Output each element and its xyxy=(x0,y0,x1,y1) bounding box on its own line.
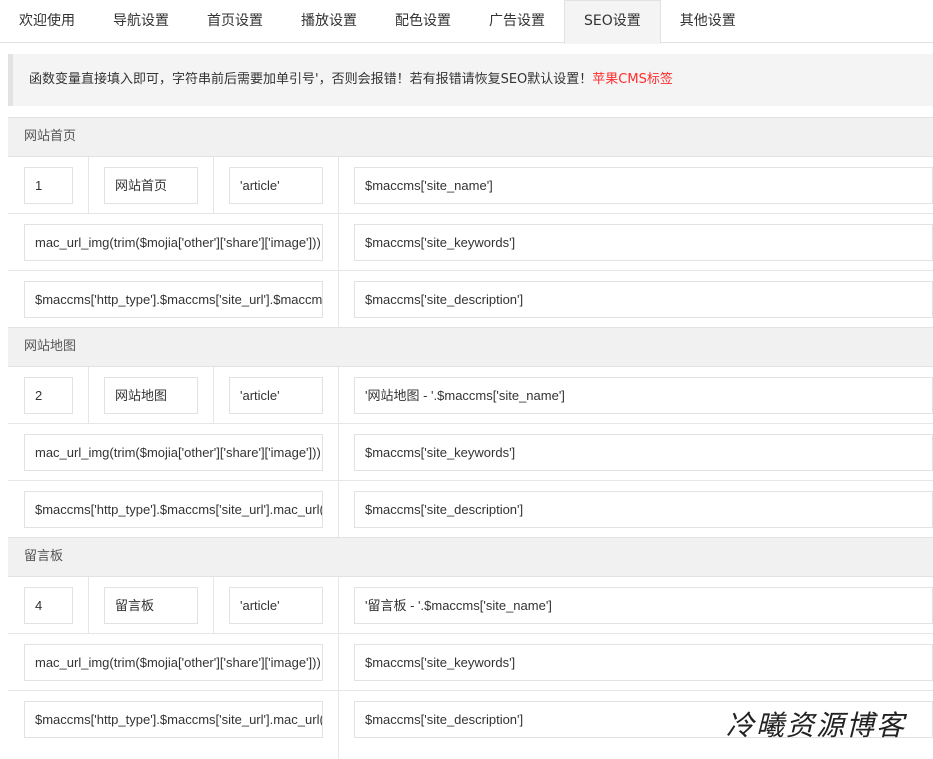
tab-home[interactable]: 首页设置 xyxy=(188,0,282,43)
tab-navigation[interactable]: 导航设置 xyxy=(94,0,188,43)
sitemap-image-input[interactable]: mac_url_img(trim($mojia['other']['share'… xyxy=(24,434,323,471)
tab-seo[interactable]: SEO设置 xyxy=(564,0,661,44)
section-header-guestbook: 留言板 xyxy=(8,537,933,577)
section-guestbook-row-1: 4 留言板 'article' '留言板 - '.$maccms['site_n… xyxy=(8,577,933,634)
guestbook-keywords-input[interactable]: $maccms['site_keywords'] xyxy=(354,644,933,681)
tab-other[interactable]: 其他设置 xyxy=(661,0,755,43)
sitemap-name-input[interactable]: 网站地图 xyxy=(104,377,198,414)
home-keywords-input[interactable]: $maccms['site_keywords'] xyxy=(354,224,933,261)
guestbook-type-input[interactable]: 'article' xyxy=(229,587,323,624)
section-header-home: 网站首页 xyxy=(8,117,933,157)
guestbook-id-input[interactable]: 4 xyxy=(24,587,73,624)
home-name-input[interactable]: 网站首页 xyxy=(104,167,198,204)
section-sitemap-row-2: mac_url_img(trim($mojia['other']['share'… xyxy=(8,424,933,481)
home-image-input[interactable]: mac_url_img(trim($mojia['other']['share'… xyxy=(24,224,323,261)
tab-colors[interactable]: 配色设置 xyxy=(376,0,470,43)
sitemap-url-input[interactable]: $maccms['http_type'].$maccms['site_url']… xyxy=(24,491,323,528)
guestbook-title-input[interactable]: '留言板 - '.$maccms['site_name'] xyxy=(354,587,933,624)
tab-player[interactable]: 播放设置 xyxy=(282,0,376,43)
home-title-input[interactable]: $maccms['site_name'] xyxy=(354,167,933,204)
home-url-input[interactable]: $maccms['http_type'].$maccms['site_url']… xyxy=(24,281,323,318)
sitemap-keywords-input[interactable]: $maccms['site_keywords'] xyxy=(354,434,933,471)
guestbook-url-input[interactable]: $maccms['http_type'].$maccms['site_url']… xyxy=(24,701,323,738)
sitemap-id-input[interactable]: 2 xyxy=(24,377,73,414)
guestbook-name-input[interactable]: 留言板 xyxy=(104,587,198,624)
notice-text: 函数变量直接填入即可，字符串前后需要加单引号'，否则会报错！若有报错请恢复SEO… xyxy=(29,72,593,87)
section-home-row-1: 1 网站首页 'article' $maccms['site_name'] xyxy=(8,157,933,214)
sitemap-title-input[interactable]: '网站地图 - '.$maccms['site_name'] xyxy=(354,377,933,414)
home-type-input[interactable]: 'article' xyxy=(229,167,323,204)
home-description-input[interactable]: $maccms['site_description'] xyxy=(354,281,933,318)
tab-welcome[interactable]: 欢迎使用 xyxy=(0,0,94,43)
watermark-text: 冷曦资源博客 xyxy=(726,709,907,742)
tab-bar: 欢迎使用 导航设置 首页设置 播放设置 配色设置 广告设置 SEO设置 其他设置 xyxy=(0,0,933,44)
section-home-row-2: mac_url_img(trim($mojia['other']['share'… xyxy=(8,214,933,271)
guestbook-image-input[interactable]: mac_url_img(trim($mojia['other']['share'… xyxy=(24,644,323,681)
section-sitemap-row-1: 2 网站地图 'article' '网站地图 - '.$maccms['site… xyxy=(8,367,933,424)
section-guestbook-row-2: mac_url_img(trim($mojia['other']['share'… xyxy=(8,634,933,691)
section-header-sitemap: 网站地图 xyxy=(8,327,933,367)
home-id-input[interactable]: 1 xyxy=(24,167,73,204)
maccms-tags-link[interactable]: 苹果CMS标签 xyxy=(592,72,673,87)
sitemap-description-input[interactable]: $maccms['site_description'] xyxy=(354,491,933,528)
tab-ads[interactable]: 广告设置 xyxy=(470,0,564,43)
section-sitemap-row-3: $maccms['http_type'].$maccms['site_url']… xyxy=(8,481,933,538)
sitemap-type-input[interactable]: 'article' xyxy=(229,377,323,414)
notice-box: 函数变量直接填入即可，字符串前后需要加单引号'，否则会报错！若有报错请恢复SEO… xyxy=(8,54,933,106)
section-home-row-3: $maccms['http_type'].$maccms['site_url']… xyxy=(8,271,933,328)
